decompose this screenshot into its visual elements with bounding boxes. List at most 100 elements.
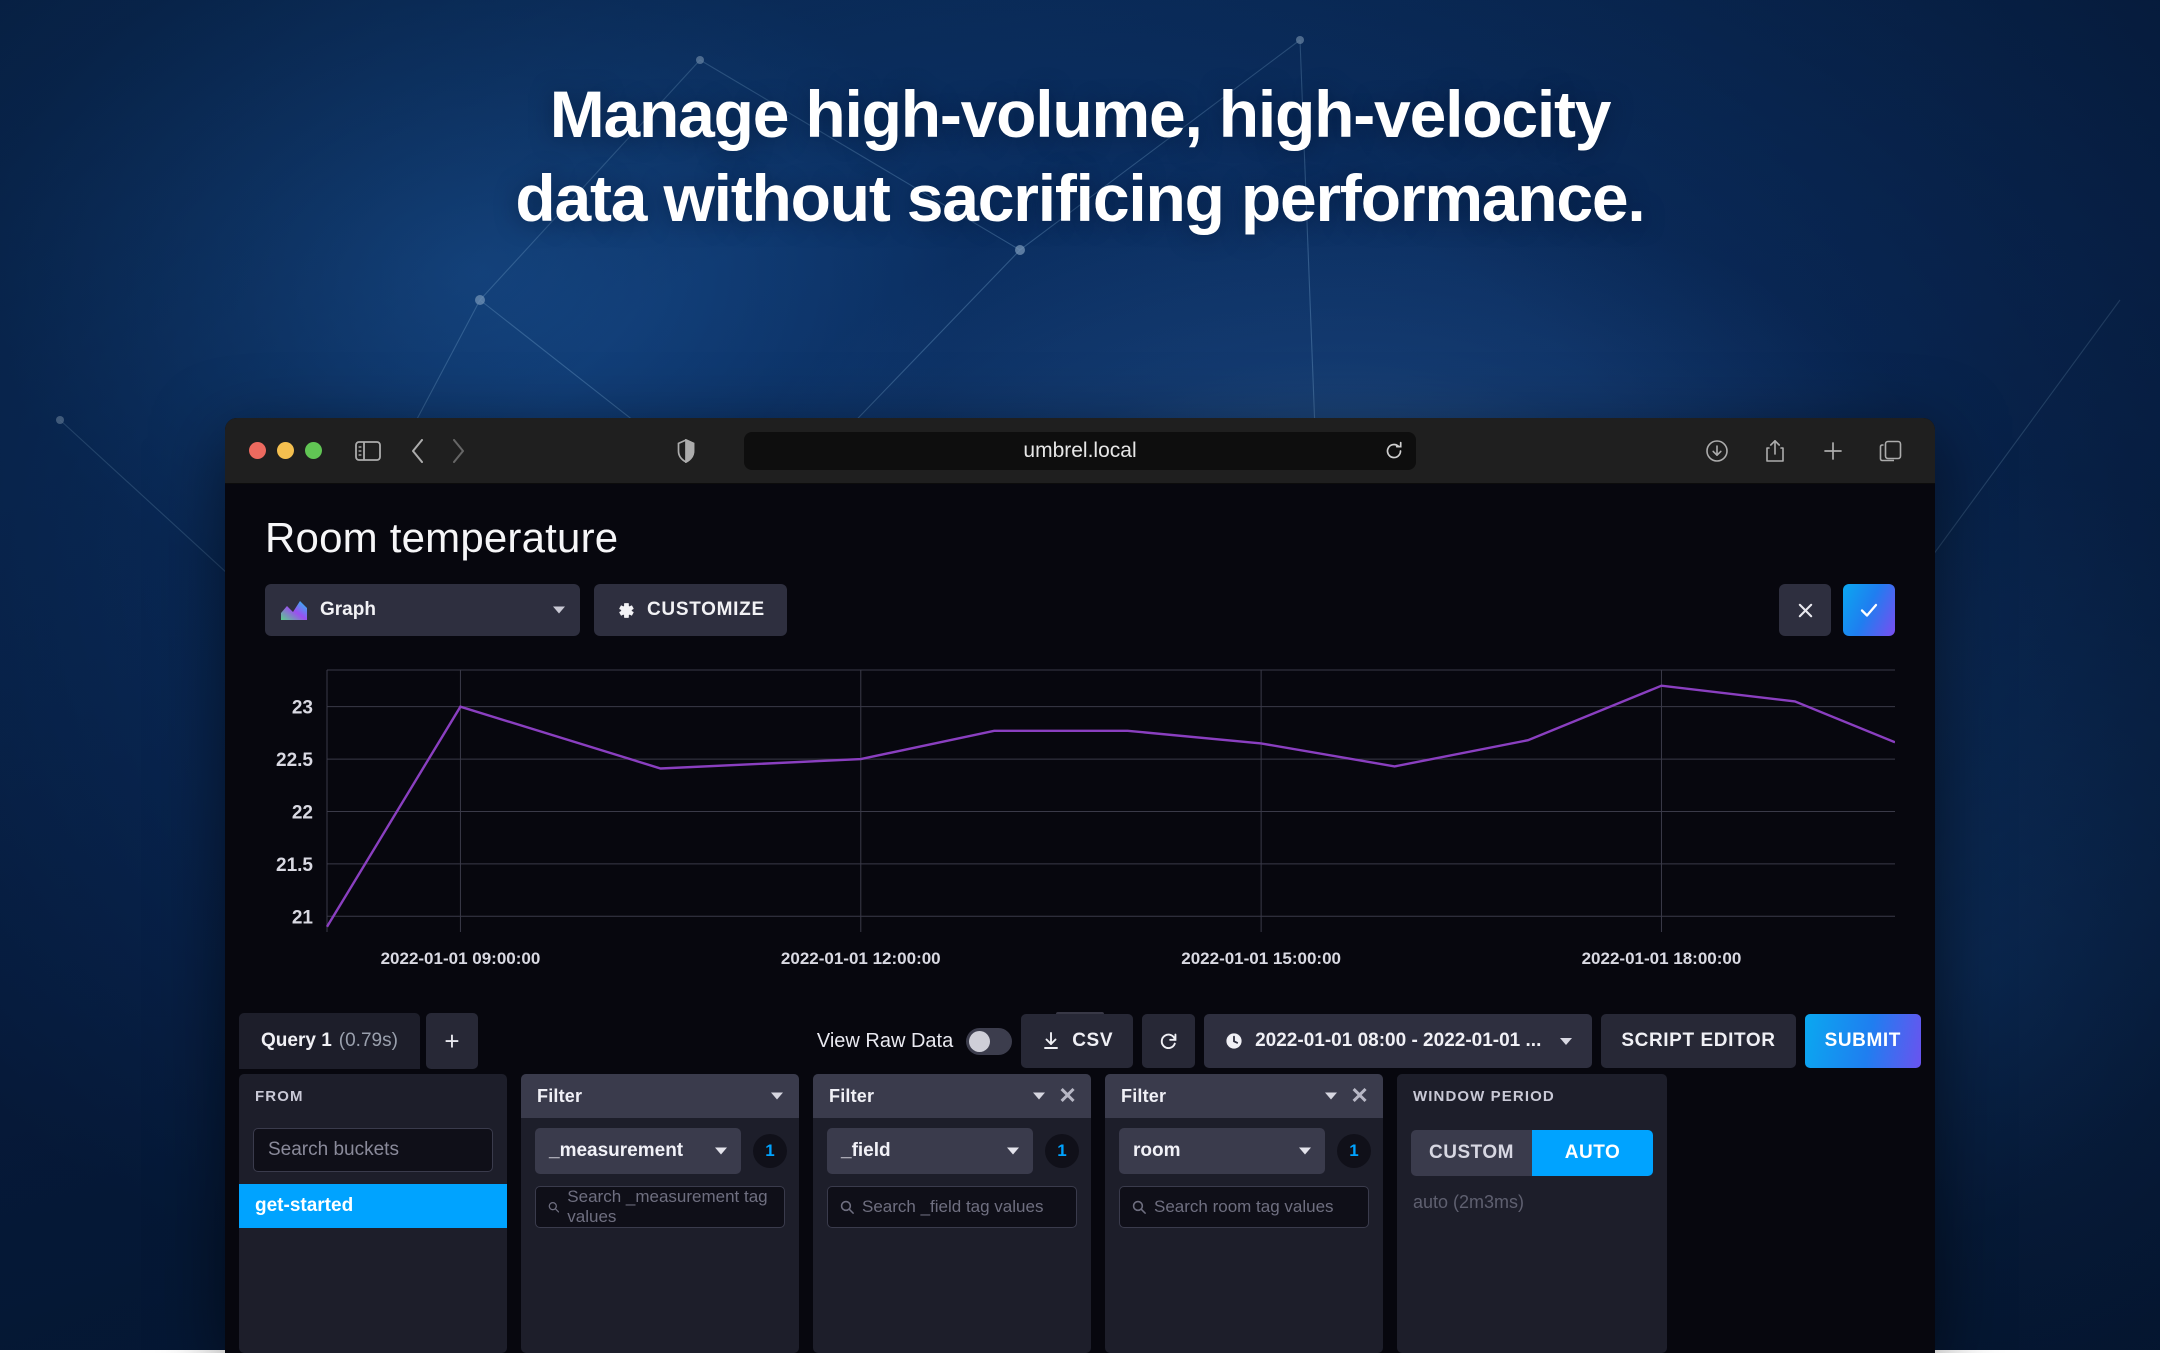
visualization-controls: Graph CUSTOMIZE — [225, 562, 1935, 636]
window-period-auto-option[interactable]: AUTO — [1532, 1130, 1653, 1176]
query-builder: FROM Search buckets get-started Filter _… — [225, 1074, 1935, 1353]
bucket-name: get-started — [255, 1195, 353, 1217]
bucket-search-input[interactable]: Search buckets — [253, 1128, 493, 1172]
refresh-icon — [1158, 1031, 1179, 1052]
tag-value-search-placeholder: Search _field tag values — [862, 1197, 1043, 1217]
tag-key-dropdown[interactable]: room — [1119, 1128, 1325, 1174]
csv-download-button[interactable]: CSV — [1021, 1014, 1133, 1068]
clock-icon — [1224, 1031, 1244, 1051]
filter-card-header[interactable]: Filter ✕ — [1105, 1074, 1383, 1118]
chevron-down-icon — [1325, 1093, 1337, 1100]
tag-value-search-input[interactable]: Search _field tag values — [827, 1186, 1077, 1228]
from-card-header: FROM — [239, 1074, 507, 1118]
forward-arrow-icon[interactable] — [438, 431, 478, 471]
chevron-down-icon — [1033, 1093, 1045, 1100]
headline-line-1: Manage high-volume, high-velocity — [120, 72, 2040, 156]
check-icon — [1858, 599, 1880, 621]
bucket-search-placeholder: Search buckets — [268, 1139, 399, 1161]
selected-count-badge: 1 — [753, 1134, 787, 1168]
save-button[interactable] — [1843, 584, 1895, 636]
filter-card-room: Filter ✕ room 1 Search room tag values — [1105, 1074, 1383, 1353]
cancel-button[interactable] — [1779, 584, 1831, 636]
tag-key-dropdown[interactable]: _field — [827, 1128, 1033, 1174]
window-period-custom-option[interactable]: CUSTOM — [1411, 1130, 1532, 1176]
url-text: umbrel.local — [1023, 439, 1136, 463]
bucket-list-item[interactable]: get-started — [239, 1184, 507, 1228]
query-tab-label: Query 1 — [261, 1030, 332, 1052]
filter-header-label: Filter — [829, 1086, 874, 1107]
view-raw-data-toggle[interactable] — [966, 1028, 1012, 1055]
tag-value-search-placeholder: Search _measurement tag values — [567, 1187, 772, 1227]
window-period-segmented-control: CUSTOM AUTO — [1411, 1130, 1653, 1176]
share-icon[interactable] — [1755, 431, 1795, 471]
selected-count-badge: 1 — [1045, 1134, 1079, 1168]
back-arrow-icon[interactable] — [398, 431, 438, 471]
refresh-button[interactable] — [1142, 1014, 1195, 1068]
visualization-actions — [1779, 584, 1895, 636]
chevron-down-icon — [771, 1093, 783, 1100]
time-range-dropdown[interactable]: 2022-01-01 08:00 - 2022-01-01 ... — [1204, 1014, 1592, 1068]
download-icon — [1041, 1031, 1061, 1051]
from-bucket-card: FROM Search buckets get-started — [239, 1074, 507, 1353]
query-tab[interactable]: Query 1 (0.79s) — [239, 1013, 420, 1069]
customize-button-label: CUSTOMIZE — [647, 599, 765, 621]
query-toolbar: Query 1 (0.79s) + View Raw Data CSV — [225, 1013, 1935, 1069]
x-axis-tick-label: 2022-01-01 15:00:00 — [1181, 949, 1341, 968]
downloads-icon[interactable] — [1697, 431, 1737, 471]
visualization-type-dropdown[interactable]: Graph — [265, 584, 580, 636]
window-period-header: WINDOW PERIOD — [1397, 1074, 1667, 1118]
tag-key-label: _field — [841, 1140, 891, 1162]
y-axis-tick-label: 21.5 — [276, 855, 313, 876]
sidebar-toggle-icon[interactable] — [348, 431, 388, 471]
browser-titlebar: umbrel.local — [225, 418, 1935, 484]
tag-value-search-input[interactable]: Search room tag values — [1119, 1186, 1369, 1228]
x-axis-tick-label: 2022-01-01 09:00:00 — [381, 949, 541, 968]
maximize-window-button[interactable] — [305, 442, 322, 459]
app-header: Room temperature — [225, 484, 1935, 562]
filter-card-header[interactable]: Filter — [521, 1074, 799, 1118]
tag-key-row: _field 1 — [813, 1118, 1091, 1174]
influxdb-app: Room temperature Graph — [225, 484, 1935, 1353]
filter-header-label: Filter — [1121, 1086, 1166, 1107]
query-duration: (0.79s) — [339, 1030, 398, 1052]
tag-value-search-input[interactable]: Search _measurement tag values — [535, 1186, 785, 1228]
csv-label: CSV — [1072, 1030, 1113, 1052]
tag-key-row: _measurement 1 — [521, 1118, 799, 1174]
plus-icon[interactable] — [1813, 431, 1853, 471]
x-axis-tick-label: 2022-01-01 18:00:00 — [1582, 949, 1742, 968]
address-bar[interactable]: umbrel.local — [744, 432, 1416, 470]
selected-count-badge: 1 — [1337, 1134, 1371, 1168]
window-period-value: auto (2m3ms) — [1397, 1176, 1667, 1213]
minimize-window-button[interactable] — [277, 442, 294, 459]
close-window-button[interactable] — [249, 442, 266, 459]
filter-card-field: Filter ✕ _field 1 Search _field tag valu… — [813, 1074, 1091, 1353]
tab-overview-icon[interactable] — [1871, 431, 1911, 471]
script-editor-button[interactable]: SCRIPT EDITOR — [1601, 1014, 1795, 1068]
temperature-line-chart: 2121.52222.5232022-01-01 09:00:002022-01… — [265, 664, 1895, 994]
filter-header-label: Filter — [537, 1086, 582, 1107]
add-query-button[interactable]: + — [426, 1013, 478, 1069]
query-toolbar-right: View Raw Data CSV — [817, 1013, 1921, 1069]
shield-icon[interactable] — [666, 431, 706, 471]
submit-button[interactable]: SUBMIT — [1805, 1014, 1921, 1068]
remove-filter-button[interactable]: ✕ — [1350, 1085, 1369, 1107]
graph-type-icon — [281, 600, 307, 620]
customize-button[interactable]: CUSTOMIZE — [594, 584, 787, 636]
browser-window: umbrel.local — [225, 418, 1935, 1353]
chevron-down-icon — [715, 1148, 727, 1155]
submit-label: SUBMIT — [1825, 1030, 1901, 1052]
headline-line-2: data without sacrificing performance. — [120, 156, 2040, 240]
chart-series-line — [327, 686, 1895, 927]
window-controls — [249, 442, 322, 459]
reload-icon[interactable] — [1384, 441, 1404, 461]
tag-key-dropdown[interactable]: _measurement — [535, 1128, 741, 1174]
chevron-down-icon — [1299, 1148, 1311, 1155]
filter-card-header[interactable]: Filter ✕ — [813, 1074, 1091, 1118]
chevron-down-icon — [1007, 1148, 1019, 1155]
gear-icon — [616, 601, 635, 620]
search-icon — [840, 1200, 854, 1214]
search-icon — [548, 1200, 559, 1214]
chevron-down-icon — [1560, 1038, 1572, 1045]
y-axis-tick-label: 21 — [292, 907, 314, 928]
remove-filter-button[interactable]: ✕ — [1058, 1085, 1077, 1107]
